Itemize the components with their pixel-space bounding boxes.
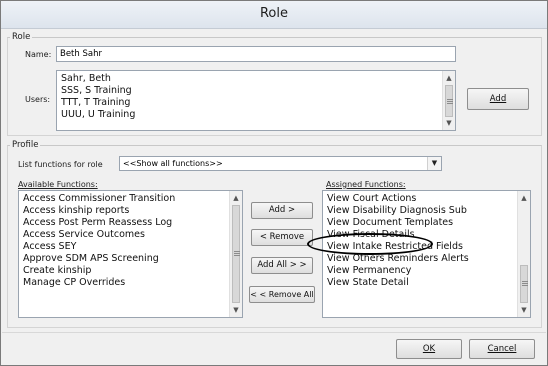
scroll-thumb[interactable]	[445, 85, 453, 117]
remove-function-button[interactable]: < Remove	[251, 229, 313, 246]
role-dialog: Role Role Name: Beth Sahr Users: Sahr, B…	[0, 0, 548, 366]
add-all-button[interactable]: Add All > >	[251, 257, 313, 274]
scroll-up-icon[interactable]: ▲	[230, 192, 242, 204]
list-item[interactable]: Approve SDM APS Screening	[20, 253, 228, 265]
list-item[interactable]: TTT, T Training	[58, 97, 441, 109]
list-item[interactable]: Manage CP Overrides	[20, 277, 228, 289]
footer-divider	[2, 332, 546, 333]
list-item[interactable]: View Fiscal Details	[324, 229, 516, 241]
list-item[interactable]: Access kinship reports	[20, 205, 228, 217]
cancel-button[interactable]: Cancel	[469, 339, 535, 359]
add-function-button[interactable]: Add >	[251, 202, 313, 219]
list-item[interactable]: View Document Templates	[324, 217, 516, 229]
list-item[interactable]: View State Detail	[324, 277, 516, 289]
ok-button[interactable]: OK	[396, 339, 462, 359]
name-field[interactable]: Beth Sahr	[56, 46, 456, 62]
available-scrollbar[interactable]: ▲ ▼	[229, 191, 242, 317]
ok-button-label: OK	[422, 344, 436, 354]
role-group-legend: Role	[12, 32, 31, 42]
list-item[interactable]: Sahr, Beth	[58, 73, 441, 85]
scroll-thumb[interactable]	[232, 205, 240, 303]
available-functions-label: Available Functions:	[18, 180, 98, 189]
list-item[interactable]: UUU, U Training	[58, 109, 441, 121]
scroll-down-icon[interactable]: ▼	[443, 117, 455, 129]
list-item[interactable]: View Court Actions	[324, 193, 516, 205]
scroll-up-icon[interactable]: ▲	[443, 72, 455, 84]
chevron-down-icon[interactable]: ▼	[427, 157, 441, 170]
title-bar[interactable]: Role	[1, 1, 547, 29]
list-item[interactable]: Access Commissioner Transition	[20, 193, 228, 205]
scroll-up-icon[interactable]: ▲	[518, 192, 530, 204]
list-item[interactable]: Access Post Perm Reassess Log	[20, 217, 228, 229]
users-scrollbar[interactable]: ▲ ▼	[442, 71, 455, 130]
scroll-down-icon[interactable]: ▼	[230, 304, 242, 316]
users-label: Users:	[25, 95, 51, 104]
list-item[interactable]: View Intake Restricted Fields	[324, 241, 516, 253]
function-filter-value: <<Show all functions>>	[123, 159, 223, 168]
list-item[interactable]: View Permanency	[324, 265, 516, 277]
scroll-thumb[interactable]	[520, 265, 528, 303]
remove-all-button[interactable]: < < Remove All	[249, 286, 315, 303]
list-item[interactable]: Create kinship	[20, 265, 228, 277]
available-functions-list[interactable]: Access Commissioner Transition Access ki…	[18, 190, 243, 318]
add-user-button[interactable]: Add	[467, 88, 529, 110]
list-item[interactable]: SSS, S Training	[58, 85, 441, 97]
scroll-down-icon[interactable]: ▼	[518, 304, 530, 316]
list-functions-label: List functions for role	[18, 160, 103, 169]
assigned-scrollbar[interactable]: ▲ ▼	[517, 191, 530, 317]
profile-group-legend: Profile	[12, 140, 39, 150]
list-item[interactable]: View Disability Diagnosis Sub	[324, 205, 516, 217]
list-item[interactable]: View Others Reminders Alerts	[324, 253, 516, 265]
users-list[interactable]: Sahr, Beth SSS, S Training TTT, T Traini…	[56, 70, 456, 131]
add-user-button-label: Add	[489, 94, 507, 104]
assigned-functions-list[interactable]: View Court Actions View Disability Diagn…	[322, 190, 531, 318]
assigned-functions-label: Assigned Functions:	[326, 180, 406, 189]
list-item[interactable]: Access SEY	[20, 241, 228, 253]
window-title: Role	[259, 6, 288, 21]
function-filter-select[interactable]: <<Show all functions>> ▼	[119, 156, 442, 171]
cancel-button-label: Cancel	[487, 344, 517, 354]
name-label: Name:	[25, 50, 52, 59]
list-item[interactable]: Access Service Outcomes	[20, 229, 228, 241]
